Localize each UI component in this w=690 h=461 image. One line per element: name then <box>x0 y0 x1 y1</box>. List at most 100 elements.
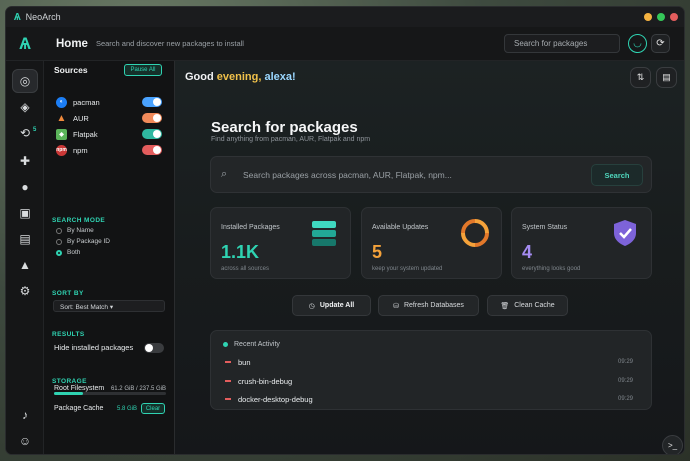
radio-by-package-id[interactable]: By Package ID <box>56 238 110 245</box>
title-bar: Ѧ NeoArch <box>6 7 684 27</box>
sources-title: Sources <box>54 65 88 75</box>
list-item[interactable]: docker-desktop-debug 09:29 <box>225 393 645 405</box>
db-icon: ⛁ <box>393 302 399 310</box>
window-controls <box>644 13 678 21</box>
updates-card[interactable]: Available Updates 5 keep your system upd… <box>361 207 502 279</box>
card-sub: everything looks good <box>522 266 581 272</box>
puzzle-icon[interactable]: ✚ <box>12 149 38 173</box>
status-card[interactable]: System Status 4 everything looks good <box>511 207 652 279</box>
sync-icon <box>461 219 489 247</box>
hero-subtitle: Find anything from pacman, AUR, Flatpak … <box>211 136 371 143</box>
clean-cache-button[interactable]: 🗑 Clean Cache <box>487 295 568 316</box>
close-button[interactable] <box>670 13 678 21</box>
box-icon[interactable]: ▤ <box>12 227 38 251</box>
radio-by-name[interactable]: By Name <box>56 227 94 234</box>
card-value: 4 <box>522 242 533 262</box>
source-label: npm <box>73 145 88 155</box>
greeting: Good evening, alexa! <box>185 71 296 83</box>
header-search-input[interactable]: Search for packages <box>504 34 620 53</box>
trash-icon: 🗑 <box>500 302 510 310</box>
search-button[interactable]: Search <box>591 164 643 186</box>
root-fs-bar <box>54 392 166 395</box>
source-toggle-pacman[interactable] <box>142 97 162 107</box>
app-window: Ѧ NeoArch Ѧ Home Search and discover new… <box>5 6 685 455</box>
card-sub: across all sources <box>221 266 270 272</box>
refresh-databases-button[interactable]: ⛁ Refresh Databases <box>378 295 479 316</box>
radio-both[interactable]: Both <box>56 249 80 256</box>
update-all-button[interactable]: ◷ Update All <box>292 295 371 316</box>
card-title: System Status <box>522 224 568 231</box>
npm-icon: npm <box>56 144 67 156</box>
app-logo-icon: Ѧ <box>14 11 21 23</box>
card-title: Installed Packages <box>221 224 280 231</box>
card-title: Available Updates <box>372 224 429 231</box>
shield-icon <box>614 220 636 246</box>
source-row-pacman: ◐ pacman <box>56 96 162 108</box>
updates-badge: 5 <box>33 127 37 133</box>
source-label: AUR <box>73 113 89 123</box>
terminal-icon[interactable]: >_ <box>662 435 683 454</box>
user-icon[interactable]: ☺ <box>12 429 38 453</box>
nav-rail: ◎ ◈ ⟲ 5 ✚ ● ▣ ▤ ▲ ⚙ ♪ ☺ <box>6 61 44 454</box>
notes-icon[interactable]: ▤ <box>656 67 677 88</box>
app-name: NeoArch <box>25 12 61 22</box>
root-fs-label: Root Filesystem <box>54 385 105 392</box>
page-header: Ѧ Home Search and discover new packages … <box>6 27 684 61</box>
clear-cache-button[interactable]: Clear <box>141 403 165 414</box>
page-title: Home <box>56 37 88 50</box>
source-label: pacman <box>73 97 100 107</box>
source-toggle-npm[interactable] <box>142 145 162 155</box>
search-icon: ⌕ <box>221 168 228 180</box>
list-item[interactable]: crush-bin-debug 09:29 <box>225 375 645 387</box>
cache-value: 5.8 GiB <box>116 406 137 412</box>
source-row-flatpak: ◆ Flatpak <box>56 128 162 140</box>
page-subtitle: Search and discover new packages to inst… <box>95 39 244 48</box>
hide-installed-label: Hide installed packages <box>54 343 134 352</box>
card-value: 1.1K <box>221 242 260 262</box>
discover-icon[interactable]: ◎ <box>12 69 38 93</box>
results-heading: RESULTS <box>52 331 85 338</box>
flatpak-icon: ◆ <box>56 128 67 140</box>
installed-card[interactable]: Installed Packages 1.1K across all sourc… <box>210 207 351 279</box>
layers-icon[interactable]: ◈ <box>12 95 38 119</box>
list-item[interactable]: bun 09:29 <box>225 356 645 368</box>
source-toggle-flatpak[interactable] <box>142 129 162 139</box>
status-ring-icon[interactable]: ◡ <box>628 34 647 53</box>
card-value: 5 <box>372 242 383 262</box>
minimize-button[interactable] <box>644 13 652 21</box>
pacman-icon: ◐ <box>56 96 67 108</box>
recent-activity-panel: Recent Activity bun 09:29 crush-bin-debug… <box>210 330 652 410</box>
github-icon[interactable]: ● <box>12 175 38 199</box>
aur-icon: ▲ <box>56 112 67 124</box>
database-icon <box>312 221 336 246</box>
main-search-box: ⌕ Search packages across pacman, AUR, Fl… <box>210 156 652 193</box>
filter-sidebar: Sources Pause All ◐ pacman ▲ AUR ◆ Flatp… <box>44 61 175 454</box>
search-mode-heading: SEARCH MODE <box>52 217 106 224</box>
maximize-button[interactable] <box>657 13 665 21</box>
refresh-icon[interactable]: ⟳ <box>651 34 670 53</box>
cache-label: Package Cache <box>54 405 104 412</box>
root-fs-bar-fill <box>54 392 84 395</box>
main-search-input[interactable]: Search packages across pacman, AUR, Flat… <box>243 170 452 180</box>
card-sub: keep your system updated <box>372 266 443 272</box>
clock-icon: ◷ <box>308 302 315 310</box>
main-content: Good evening, alexa! ⇅ ▤ Search for pack… <box>175 61 684 454</box>
sort-toggle-icon[interactable]: ⇅ <box>630 67 651 88</box>
sort-by-heading: SORT BY <box>52 290 84 297</box>
arch-icon[interactable]: ▲ <box>12 253 38 277</box>
source-label: Flatpak <box>73 129 98 139</box>
sort-select[interactable]: Sort: Best Match ▾ <box>53 300 165 312</box>
source-row-aur: ▲ AUR <box>56 112 162 124</box>
settings-icon[interactable]: ⚙ <box>12 279 38 303</box>
brand-logo-icon[interactable]: Ѧ <box>6 34 44 54</box>
source-row-npm: npm npm <box>56 144 162 156</box>
pause-all-button[interactable]: Pause All <box>124 64 162 76</box>
updates-icon[interactable]: ⟲ <box>12 121 38 145</box>
hide-installed-toggle[interactable] <box>144 343 164 353</box>
hero-title: Search for packages <box>211 119 358 136</box>
bell-icon[interactable]: ♪ <box>12 403 38 427</box>
source-toggle-aur[interactable] <box>142 113 162 123</box>
storage-heading: STORAGE <box>52 378 87 385</box>
recent-activity-heading: Recent Activity <box>223 341 280 348</box>
docker-icon[interactable]: ▣ <box>12 201 38 225</box>
